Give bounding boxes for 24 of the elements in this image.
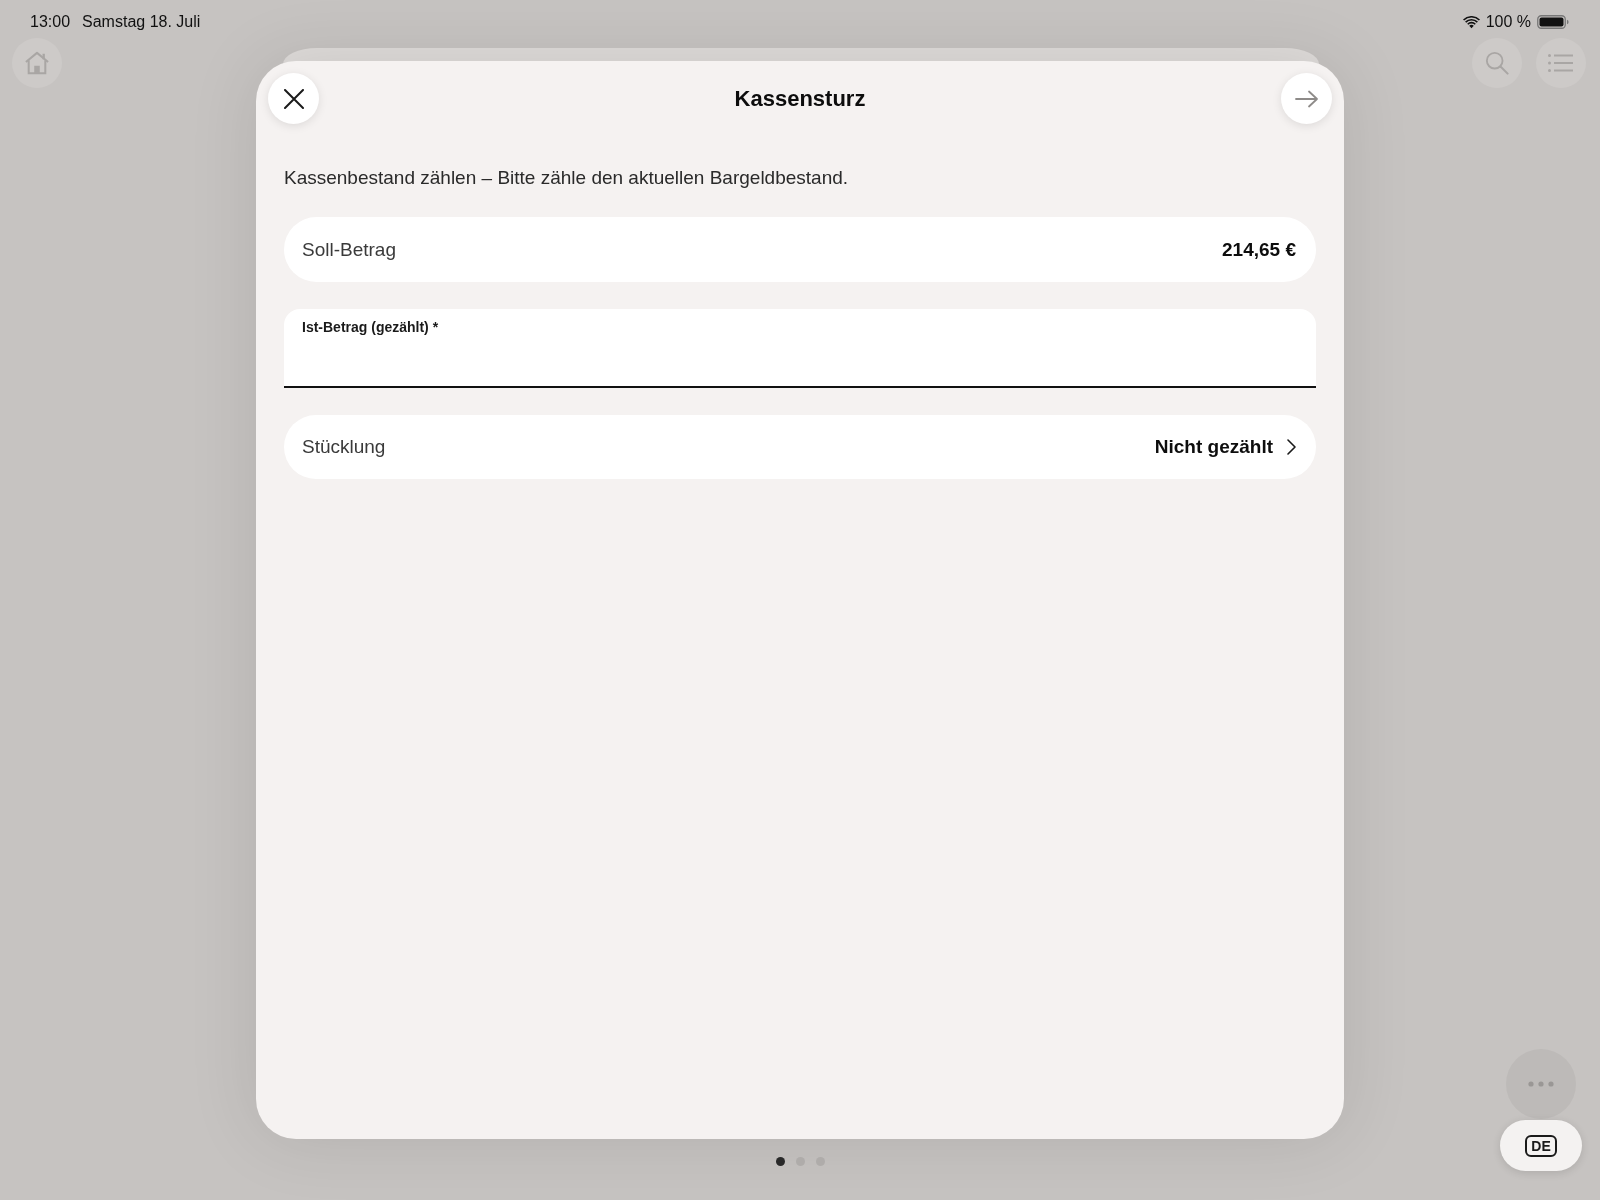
close-icon bbox=[283, 88, 304, 109]
more-icon bbox=[1528, 1081, 1554, 1087]
dialog-title: Kassensturz bbox=[734, 85, 866, 112]
status-time: 13:00 bbox=[30, 12, 71, 32]
arrow-right-icon bbox=[1294, 89, 1319, 108]
wifi-icon bbox=[1462, 15, 1480, 29]
page-dot[interactable] bbox=[775, 1157, 785, 1166]
home-button[interactable] bbox=[12, 38, 62, 88]
search-button[interactable] bbox=[1472, 38, 1522, 88]
search-icon bbox=[1484, 51, 1510, 75]
status-date: Samstag 18. Juli bbox=[82, 12, 201, 32]
language-button[interactable]: DE bbox=[1500, 1120, 1582, 1171]
list-icon bbox=[1548, 51, 1574, 75]
row-value: 214,65 € bbox=[1222, 238, 1296, 261]
home-icon bbox=[24, 51, 50, 75]
row-label: Soll-Betrag bbox=[302, 238, 396, 261]
dialog-description: Kassenbestand zählen – Bitte zähle den aktuellen Bargeldbestand. bbox=[284, 166, 850, 190]
denomination-row[interactable]: Stücklung Nicht gezählt bbox=[284, 415, 1316, 479]
battery-icon bbox=[1537, 15, 1569, 29]
counted-amount-field[interactable]: Ist-Betrag (gezählt) * bbox=[284, 309, 1316, 388]
close-button[interactable] bbox=[268, 73, 319, 124]
battery-percentage: 100 % bbox=[1485, 12, 1531, 32]
list-button[interactable] bbox=[1536, 38, 1586, 88]
chevron-right-icon bbox=[1287, 439, 1296, 455]
